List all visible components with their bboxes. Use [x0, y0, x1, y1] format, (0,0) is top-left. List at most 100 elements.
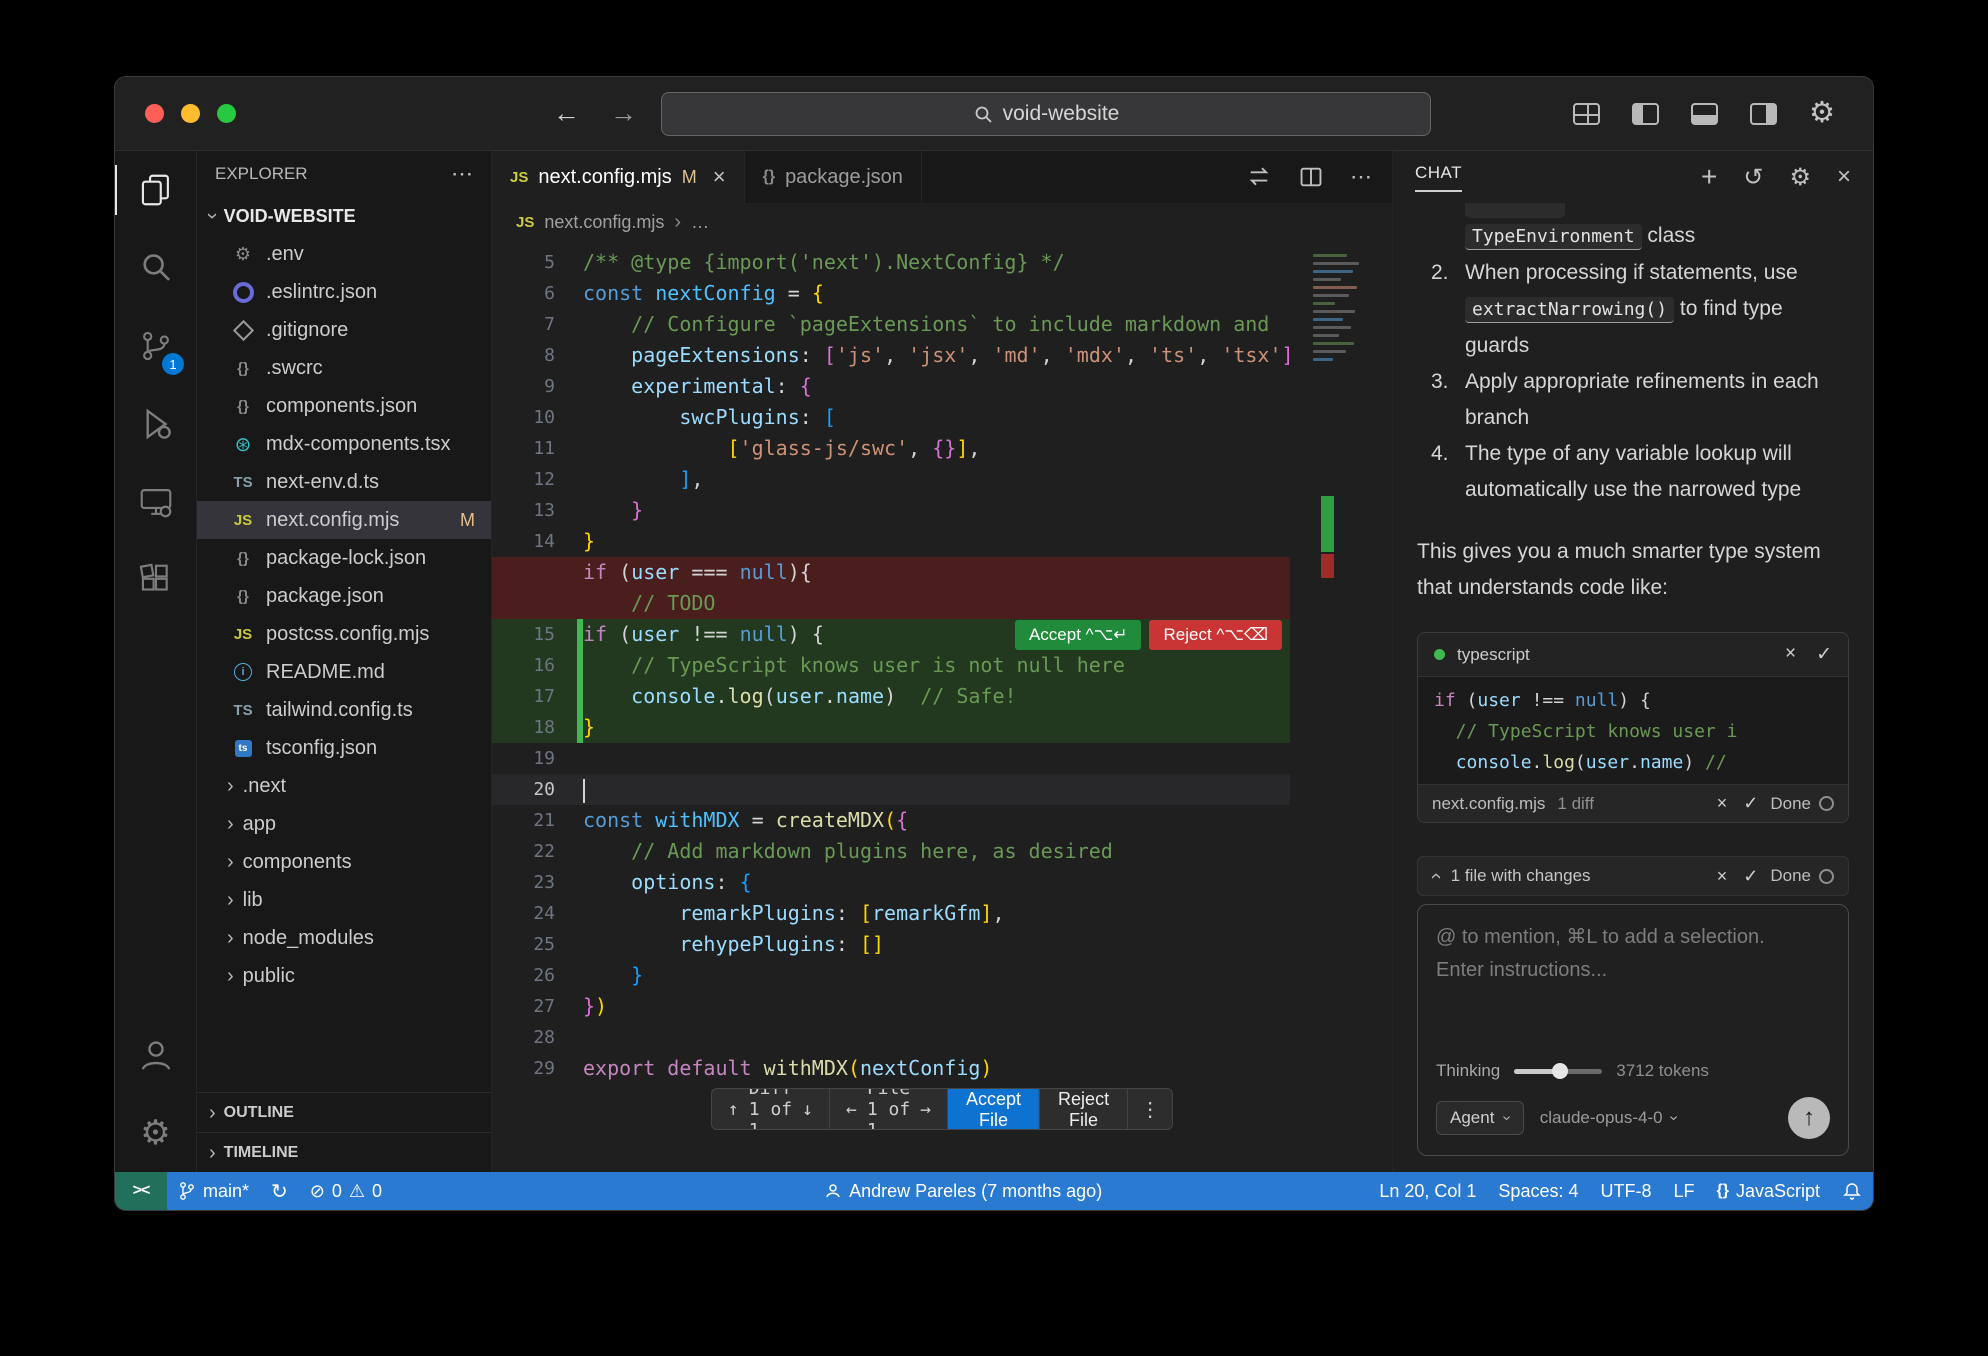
eol-sequence[interactable]: LF [1662, 1172, 1705, 1210]
more-actions-icon[interactable]: ⋯ [1350, 164, 1372, 190]
file-row-.env[interactable]: ⚙.env [197, 235, 491, 273]
folder-row-.next[interactable]: ›.next [197, 767, 491, 805]
history-icon[interactable]: ↺ [1743, 163, 1763, 192]
activity-remote-explorer[interactable] [115, 463, 196, 541]
done-button[interactable]: Done [1770, 794, 1834, 814]
close-tab-icon[interactable]: × [713, 164, 726, 190]
thinking-slider[interactable] [1514, 1069, 1602, 1074]
code-line-15[interactable]: 15if (user !== null) {Accept ^⌥↵Reject ^… [492, 619, 1290, 650]
file-row-package-lock.json[interactable]: {}package-lock.json [197, 539, 491, 577]
code-line-26[interactable]: 26 } [492, 960, 1290, 991]
reject-block-icon[interactable]: × [1785, 643, 1796, 666]
file-row-tsconfig.json[interactable]: tsconfig.json [197, 729, 491, 767]
code-line-8[interactable]: 8 pageExtensions: ['js', 'jsx', 'md', 'm… [492, 340, 1290, 371]
code-editor[interactable]: 5/** @type {import('next').NextConfig} *… [492, 241, 1392, 1172]
activity-search[interactable] [115, 229, 196, 307]
new-chat-icon[interactable]: + [1701, 163, 1717, 191]
indentation[interactable]: Spaces: 4 [1487, 1172, 1589, 1210]
close-panel-icon[interactable]: × [1837, 163, 1851, 191]
code-line-6[interactable]: 6const nextConfig = { [492, 278, 1290, 309]
minimap[interactable] [1313, 249, 1365, 366]
accept-all-icon[interactable]: ✓ [1743, 866, 1758, 887]
tab-next-config-mjs[interactable]: JS next.config.mjs M × [492, 151, 745, 203]
chevron-up-icon[interactable]: › [1425, 873, 1445, 880]
code-line-20[interactable]: 20 [492, 774, 1290, 805]
code-line-28[interactable]: 28 [492, 1022, 1290, 1053]
toggle-panel-icon[interactable] [1691, 103, 1718, 125]
minimize-window-button[interactable] [181, 104, 200, 123]
prev-diff-button[interactable]: ↑ [728, 1099, 739, 1120]
open-changes-icon[interactable] [1246, 164, 1272, 190]
accept-block-icon[interactable]: ✓ [1816, 643, 1832, 666]
code-line-24[interactable]: 24 remarkPlugins: [remarkGfm], [492, 898, 1290, 929]
code-line-27[interactable]: 27}) [492, 991, 1290, 1022]
zoom-window-button[interactable] [217, 104, 236, 123]
code-line-18[interactable]: 18} [492, 712, 1290, 743]
outline-section[interactable]: › OUTLINE [197, 1092, 491, 1132]
remote-indicator[interactable]: >< [115, 1172, 167, 1210]
code-line-21[interactable]: 21const withMDX = createMDX({ [492, 805, 1290, 836]
reject-diff-button[interactable]: Reject ^⌥⌫ [1149, 620, 1282, 650]
back-button[interactable]: ← [553, 98, 580, 129]
code-line-14[interactable]: 14} [492, 526, 1290, 557]
reject-file-button[interactable]: Reject File [1039, 1089, 1127, 1129]
code-line-deleted[interactable]: if (user === null){ [492, 557, 1290, 588]
code-line-deleted[interactable]: // TODO [492, 588, 1290, 619]
code-line-16[interactable]: 16 // TypeScript knows user is not null … [492, 650, 1290, 681]
encoding[interactable]: UTF-8 [1589, 1172, 1662, 1210]
cursor-position[interactable]: Ln 20, Col 1 [1368, 1172, 1487, 1210]
breadcrumb-file[interactable]: next.config.mjs [544, 212, 664, 233]
file-row-package.json[interactable]: {}package.json [197, 577, 491, 615]
code-line-17[interactable]: 17 console.log(user.name) // Safe! [492, 681, 1290, 712]
file-row-.swcrc[interactable]: {}.swcrc [197, 349, 491, 387]
folder-row-components[interactable]: ›components [197, 843, 491, 881]
toggle-primary-sidebar-icon[interactable] [1632, 103, 1659, 125]
accept-diff-icon[interactable]: ✓ [1743, 793, 1758, 814]
tab-package-json[interactable]: {} package.json [745, 151, 922, 203]
problems-indicator[interactable]: ⊘ 0 ⚠ 0 [299, 1172, 393, 1210]
code-line-25[interactable]: 25 rehypePlugins: [] [492, 929, 1290, 960]
file-row-postcss.config.mjs[interactable]: JSpostcss.config.mjs [197, 615, 491, 653]
git-blame-indicator[interactable]: Andrew Pareles (7 months ago) [813, 1172, 1113, 1210]
notifications-bell[interactable] [1831, 1172, 1873, 1210]
file-row-.gitignore[interactable]: .gitignore [197, 311, 491, 349]
split-editor-icon[interactable] [1298, 164, 1324, 190]
branch-indicator[interactable]: main* [167, 1172, 260, 1210]
customize-layout-icon[interactable] [1573, 103, 1600, 125]
code-line-12[interactable]: 12 ], [492, 464, 1290, 495]
model-dropdown[interactable]: claude-opus-4-0 › [1540, 1108, 1676, 1128]
folder-row-node_modules[interactable]: ›node_modules [197, 919, 491, 957]
activity-account[interactable] [115, 1016, 196, 1094]
mode-dropdown[interactable]: Agent › [1436, 1101, 1524, 1135]
activity-source-control[interactable]: 1 [115, 307, 196, 385]
slider-knob[interactable] [1552, 1063, 1568, 1079]
code-line-22[interactable]: 22 // Add markdown plugins here, as desi… [492, 836, 1290, 867]
tab-chat[interactable]: CHAT [1415, 163, 1462, 192]
accept-diff-button[interactable]: Accept ^⌥↵ [1015, 620, 1142, 650]
breadcrumb-more[interactable]: … [691, 212, 709, 233]
diff-file-name[interactable]: next.config.mjs [1432, 794, 1545, 814]
file-row-tailwind.config.ts[interactable]: TStailwind.config.ts [197, 691, 491, 729]
file-row-mdx-components.tsx[interactable]: ⊛mdx-components.tsx [197, 425, 491, 463]
file-row-next-env.d.ts[interactable]: TSnext-env.d.ts [197, 463, 491, 501]
timeline-section[interactable]: › TIMELINE [197, 1132, 491, 1172]
code-line-13[interactable]: 13 } [492, 495, 1290, 526]
folder-row-public[interactable]: ›public [197, 957, 491, 995]
sync-button[interactable]: ↻ [260, 1172, 299, 1210]
folder-row-app[interactable]: ›app [197, 805, 491, 843]
language-mode[interactable]: {} JavaScript [1706, 1172, 1832, 1210]
next-file-button[interactable]: → [920, 1099, 931, 1120]
prev-file-button[interactable]: ← [846, 1099, 857, 1120]
code-line-19[interactable]: 19 [492, 743, 1290, 774]
forward-button[interactable]: → [610, 98, 637, 129]
activity-explorer[interactable] [115, 151, 196, 229]
folder-row-lib[interactable]: ›lib [197, 881, 491, 919]
activity-run-debug[interactable] [115, 385, 196, 463]
code-line-23[interactable]: 23 options: { [492, 867, 1290, 898]
activity-extensions[interactable] [115, 541, 196, 619]
more-actions-icon[interactable]: ⋯ [451, 161, 473, 187]
accept-file-button[interactable]: Accept File [948, 1089, 1039, 1129]
reject-diff-icon[interactable]: × [1717, 793, 1728, 814]
send-button[interactable]: ↑ [1788, 1097, 1830, 1139]
code-line-9[interactable]: 9 experimental: { [492, 371, 1290, 402]
